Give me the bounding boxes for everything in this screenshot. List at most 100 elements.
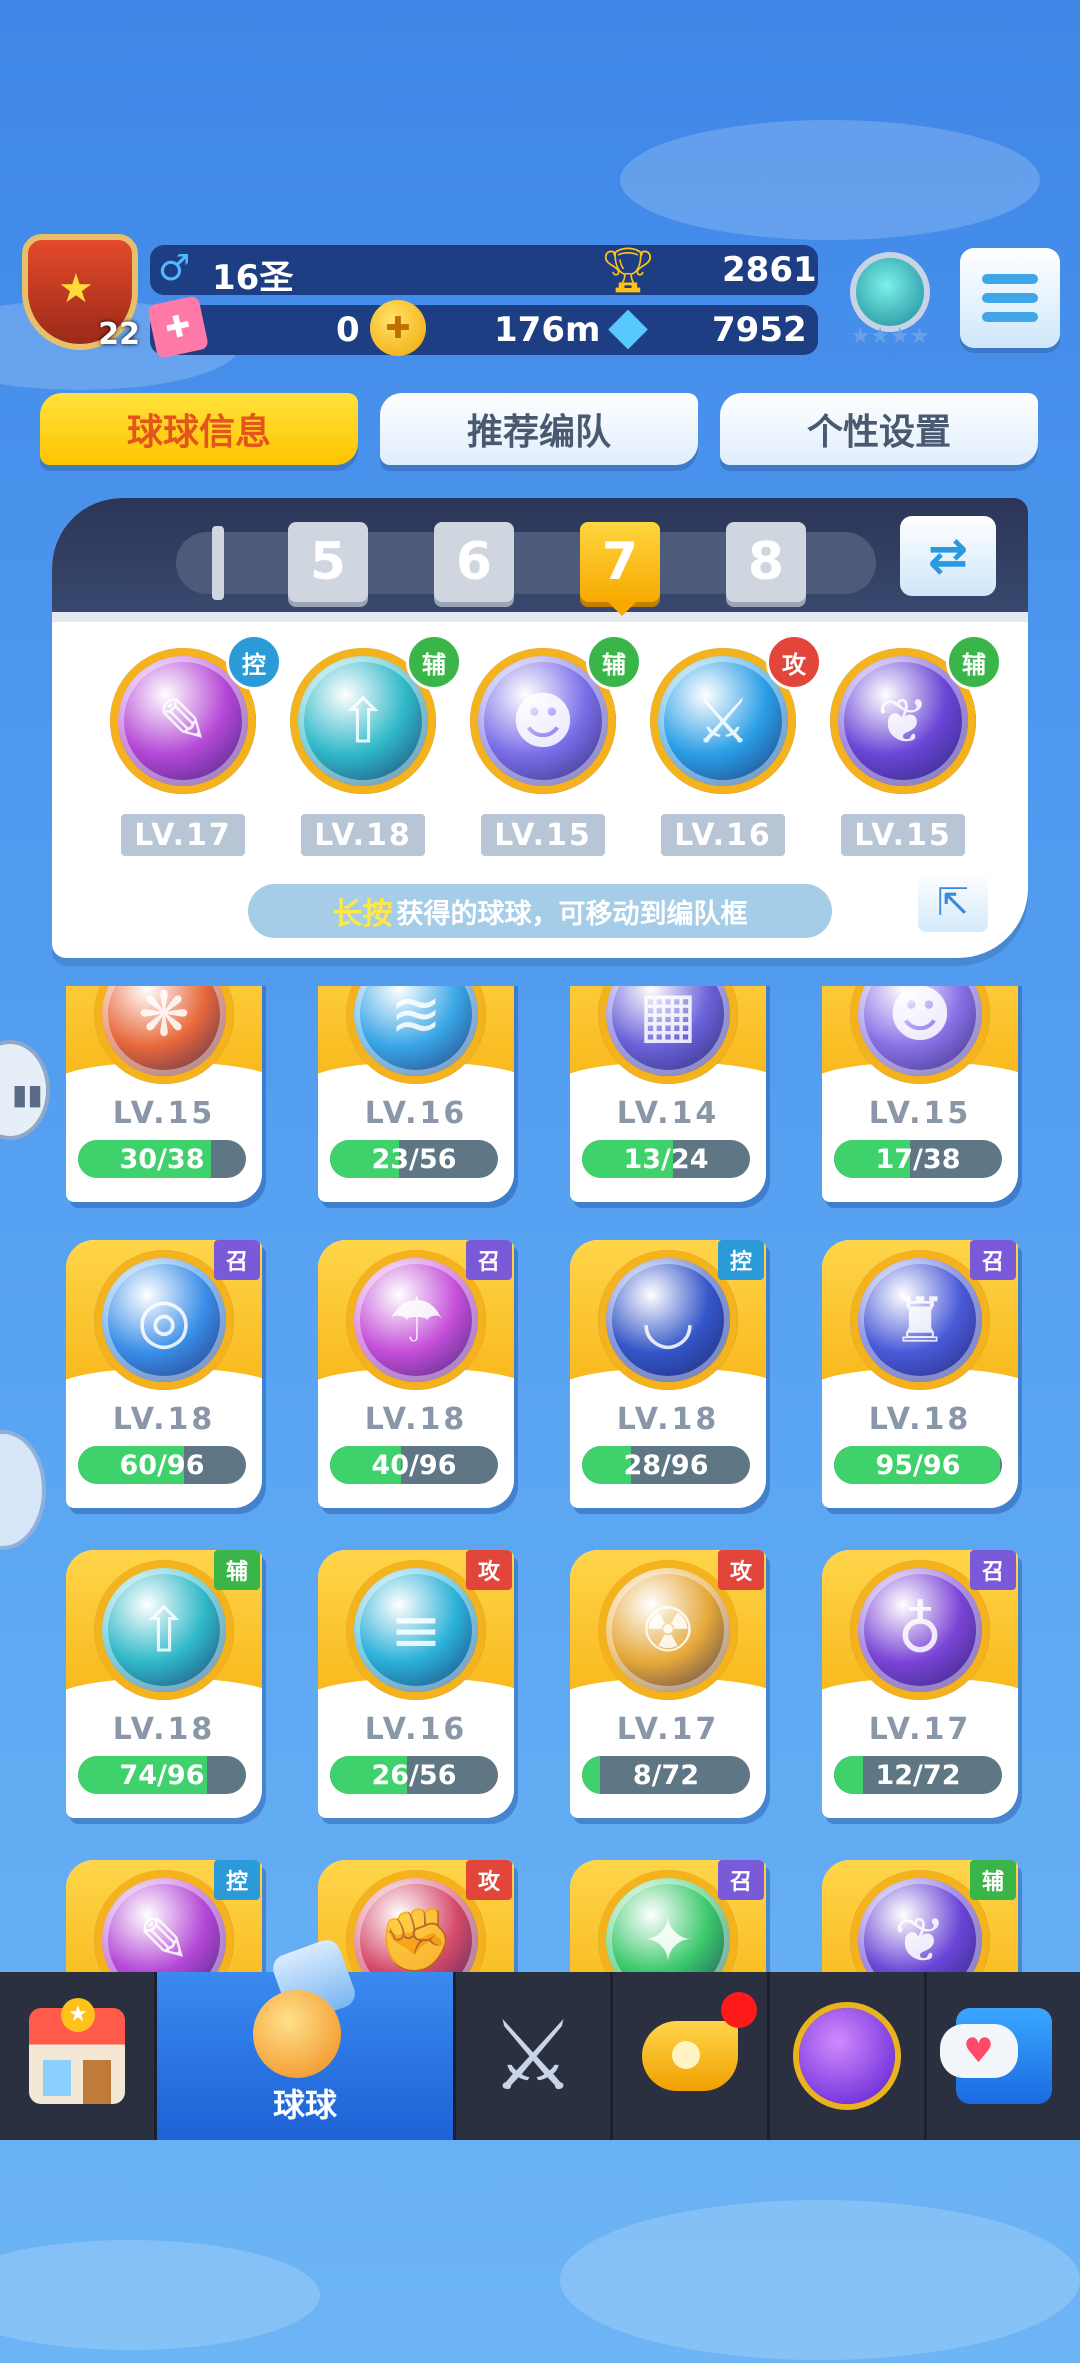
ball-level: LV.15 xyxy=(868,1096,972,1131)
ball-emblem-icon: ☻ xyxy=(510,684,576,758)
nav-planet[interactable] xyxy=(770,1972,927,2140)
upgrade-progress-bar: 60/96 xyxy=(78,1446,246,1484)
tab-ball-info[interactable]: 球球信息 xyxy=(40,393,358,465)
ball-card[interactable]: ◡ 控 LV.18 28/96 xyxy=(570,1240,766,1508)
trophy-icon: 🏆︎ xyxy=(600,245,656,296)
upgrade-progress-bar: 8/72 xyxy=(582,1756,750,1794)
hamburger-icon xyxy=(982,274,1038,322)
bottom-nav: ★ 球球 ⚔ ♥ xyxy=(0,1936,1080,2140)
nav-battle[interactable]: ⚔ xyxy=(456,1972,613,2140)
ball-card[interactable]: ◎ 召 LV.18 60/96 xyxy=(66,1240,262,1508)
ball-image: ♜ xyxy=(850,1250,990,1390)
role-tag: 召 xyxy=(718,1860,764,1900)
male-icon: ♂ xyxy=(158,248,191,289)
nav-coach[interactable] xyxy=(613,1972,770,2140)
player-level: 22 xyxy=(98,317,140,352)
ball-emblem-icon: ☢ xyxy=(640,1593,696,1667)
team-ball-level: LV.18 xyxy=(301,814,425,856)
role-tag: 攻 xyxy=(718,1550,764,1590)
ball-emblem-icon: ❦ xyxy=(877,684,929,758)
role-badge: 辅 xyxy=(586,634,642,690)
nav-shop[interactable]: ★ xyxy=(0,1972,157,2140)
role-badge: 辅 xyxy=(406,634,462,690)
progress-text: 12/72 xyxy=(875,1759,961,1791)
trophy-count: 2861 xyxy=(722,250,817,290)
role-badge: 辅 xyxy=(946,634,1002,690)
ball-emblem-icon: ⇧ xyxy=(337,684,389,758)
role-tag: 攻 xyxy=(466,1550,512,1590)
nav-social[interactable]: ♥ xyxy=(927,1972,1080,2140)
team-slot-7[interactable]: 7 xyxy=(580,522,660,602)
ball-level: LV.18 xyxy=(364,1402,468,1437)
rank-text: 16圣 xyxy=(212,258,294,298)
ball-card[interactable]: ⇧ 辅 LV.18 74/96 xyxy=(66,1550,262,1818)
ball-emblem-icon: ❋ xyxy=(138,986,190,1051)
ball-image: ◎ xyxy=(94,1250,234,1390)
ball-card[interactable]: ✦ 召 xyxy=(570,1860,766,1972)
team-panel: 5 6 7 8 ⇄ ✎ 控 LV.17 ⇧ 辅 LV.18 ☻ 辅 LV.15 ⚔ 攻 LV.16 ❦ 辅… xyxy=(52,498,1028,958)
nav-balls[interactable]: 球球 xyxy=(157,1936,456,2140)
player-emblem[interactable]: ★ 22 xyxy=(12,228,148,358)
ball-card[interactable]: ☂ 召 LV.18 40/96 xyxy=(318,1240,514,1508)
role-tag: 辅 xyxy=(214,1550,260,1590)
share-button[interactable]: ⇱ xyxy=(918,872,988,932)
role-tag: 召 xyxy=(970,1550,1016,1590)
ball-level: LV.16 xyxy=(364,1096,468,1131)
progress-text: 60/96 xyxy=(119,1449,205,1481)
role-badge: 攻 xyxy=(766,634,822,690)
rank-badge-icon[interactable]: ★★★★ xyxy=(840,248,940,352)
ball-card[interactable]: ≋ LV.16 23/56 xyxy=(318,986,514,1202)
progress-text: 13/24 xyxy=(623,1143,709,1175)
progress-text: 74/96 xyxy=(119,1759,205,1791)
diamond-count: 7952 xyxy=(712,310,807,350)
swap-team-button[interactable]: ⇄ xyxy=(900,516,996,596)
team-slot-6[interactable]: 6 xyxy=(434,522,514,602)
ticket-add-icon[interactable]: ✚ xyxy=(146,295,210,359)
team-ball-level: LV.15 xyxy=(481,814,605,856)
ball-card[interactable]: ☻ LV.15 17/38 xyxy=(822,986,1018,1202)
upgrade-progress-bar: 40/96 xyxy=(330,1446,498,1484)
tab-personal-settings[interactable]: 个性设置 xyxy=(720,393,1038,465)
ball-emblem-icon: ✊ xyxy=(377,1903,455,1972)
ball-emblem-icon: ☻ xyxy=(887,986,953,1051)
ball-level: LV.18 xyxy=(616,1402,720,1437)
crossed-swords-icon: ⚔ xyxy=(489,2000,577,2112)
team-slot-5[interactable]: 5 xyxy=(288,522,368,602)
ball-level: LV.16 xyxy=(364,1712,468,1747)
diamond-add-icon[interactable]: ◆ xyxy=(596,296,660,356)
ball-card[interactable]: ❦ 辅 xyxy=(822,1860,1018,1972)
menu-button[interactable] xyxy=(960,248,1060,348)
hint-highlight: 长按 xyxy=(332,897,393,932)
ball-card[interactable]: ❋ LV.15 30/38 xyxy=(66,986,262,1202)
upgrade-progress-bar: 95/96 xyxy=(834,1446,1002,1484)
role-badge: 控 xyxy=(226,634,282,690)
ball-emblem-icon: ❦ xyxy=(894,1903,946,1973)
progress-text: 95/96 xyxy=(875,1449,961,1481)
ball-card[interactable]: ☢ 攻 LV.17 8/72 xyxy=(570,1550,766,1818)
ball-image: ≡ xyxy=(346,1560,486,1700)
ball-card[interactable]: ▦ LV.14 13/24 xyxy=(570,986,766,1202)
coin-add-icon[interactable]: ✚ xyxy=(370,300,426,356)
ball-emblem-icon: ⇧ xyxy=(138,1593,190,1667)
ball-card[interactable]: ≡ 攻 LV.16 26/56 xyxy=(318,1550,514,1818)
ball-emblem-icon: ☂ xyxy=(388,1283,444,1357)
progress-text: 30/38 xyxy=(119,1143,205,1175)
ball-card[interactable]: ♁ 召 LV.17 12/72 xyxy=(822,1550,1018,1818)
role-tag: 控 xyxy=(718,1240,764,1280)
tab-recommended-team[interactable]: 推荐编队 xyxy=(380,393,698,465)
ball-card[interactable]: ♜ 召 LV.18 95/96 xyxy=(822,1240,1018,1508)
ball-emblem-icon: ♁ xyxy=(897,1593,943,1667)
team-slot-8[interactable]: 8 xyxy=(726,522,806,602)
whistle-icon xyxy=(642,2021,738,2091)
ball-emblem-icon: ≋ xyxy=(390,986,442,1051)
ball-card[interactable]: ✎ 控 xyxy=(66,1860,262,1972)
role-tag: 控 xyxy=(214,1860,260,1900)
progress-text: 17/38 xyxy=(875,1143,961,1175)
ball-emblem-icon: ⚔ xyxy=(695,684,751,758)
ball-image: ☢ xyxy=(598,1560,738,1700)
share-icon: ⇱ xyxy=(937,880,969,924)
ball-level: LV.17 xyxy=(868,1712,972,1747)
upgrade-progress-bar: 26/56 xyxy=(330,1756,498,1794)
shop-icon: ★ xyxy=(29,1998,125,2104)
upgrade-progress-bar: 30/38 xyxy=(78,1140,246,1178)
